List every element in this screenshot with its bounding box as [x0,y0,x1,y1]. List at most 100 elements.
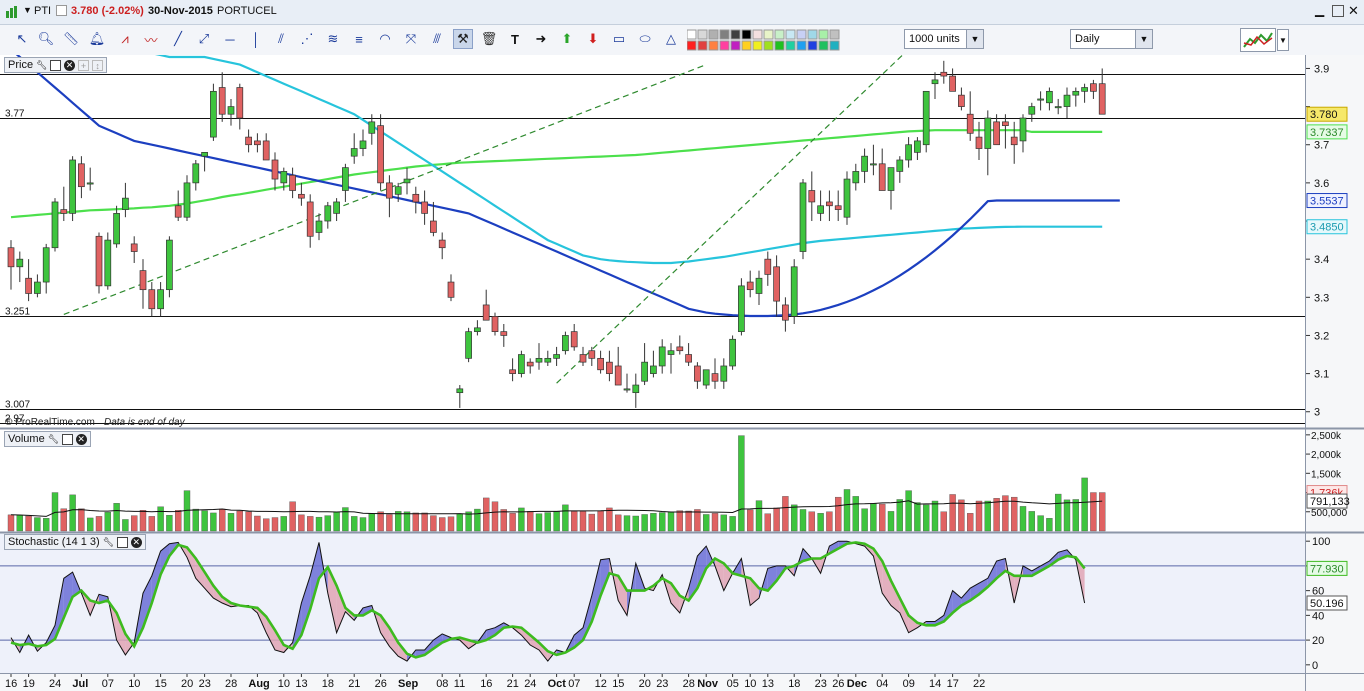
candle-body [614,365,622,386]
ray-tool-icon[interactable]: ⤢ [194,29,214,49]
add-panel-icon[interactable]: + [78,59,90,71]
parallel-icon[interactable]: ⫻ [427,29,447,49]
candle-body [403,178,411,184]
volume-bar [456,513,463,532]
volume-bar [773,507,780,532]
candle-body [210,90,217,138]
close-icon[interactable]: ✕ [64,59,76,71]
tools-icon[interactable]: ⚒ [453,29,473,49]
candle-body [1046,90,1053,104]
rectangle-icon[interactable]: ▭ [609,29,629,49]
candle-body [623,388,631,391]
close-icon[interactable]: ✕ [75,433,87,445]
x-axis-tick-label: 10 [128,678,140,690]
wrench-icon[interactable]: 🔧︎ [48,434,59,445]
window-icon[interactable] [61,433,73,445]
horizontal-line-icon[interactable]: ─ [220,29,240,49]
date-label: 30-Nov-2015 [148,5,213,17]
units-select[interactable]: 1000 units ▼ [904,29,984,49]
chart-area[interactable]: 3.8853.773.2513.0072.97 33.13.23.33.43.6… [0,55,1364,691]
trash-icon[interactable]: 🗑︎ [479,29,499,49]
zigzag-icon[interactable]: ⩘ [115,29,135,49]
volume-bar [641,514,648,532]
volume-bar [1090,492,1097,532]
close-icon[interactable]: ✕ [130,536,142,548]
triangle-icon[interactable]: △ [661,29,681,49]
chart-type-icon[interactable] [1240,28,1276,52]
vertical-line-icon[interactable]: │ [246,29,266,49]
minimize-icon[interactable]: ▁ [1315,3,1329,19]
volume-bar [315,516,323,532]
period-select[interactable]: Daily ▼ [1070,29,1153,49]
candle-body [113,213,120,245]
arrow-up-icon[interactable]: ⬆ [557,29,577,49]
channel-icon[interactable]: ⫽ [271,29,291,49]
close-window-icon[interactable]: ✕ [1348,3,1359,19]
line-tool-icon[interactable]: ╱ [168,29,188,49]
candle-body [456,388,464,394]
volume-bar [307,516,314,532]
fib-retracement-icon[interactable]: ≡ [349,29,369,49]
window-icon[interactable] [116,536,128,548]
units-dropdown-icon[interactable]: ▼ [966,30,983,48]
wrench-icon[interactable]: 🔧︎ [103,537,114,548]
arrow-down-icon[interactable]: ⬇ [583,29,603,49]
volume-bar [1063,499,1071,532]
symbol-dropdown-icon[interactable]: ▼ [23,5,32,15]
pointer-icon[interactable]: ↖ [12,29,32,49]
volume-bar [958,499,965,532]
symbol-label[interactable]: PTI [34,5,51,17]
x-axis-tick-label: 26 [832,678,844,690]
fan-icon[interactable]: ⋰ [297,29,317,49]
color-palette-icon[interactable] [686,29,840,51]
candle-body [306,201,314,237]
volume-bar [562,504,569,532]
alert-bell-icon[interactable]: 🔔︎ [87,29,107,49]
move-panel-icon[interactable]: ↕ [92,59,104,71]
volume-bar [69,494,76,532]
arrow-right-icon[interactable]: ➜ [531,29,551,49]
x-axis-tick-label: 26 [375,678,387,690]
candle-body [755,277,763,294]
volume-bar [298,514,305,532]
wave-icon[interactable]: 〰 [141,29,161,49]
arc-icon[interactable]: ◠ [375,29,395,49]
candle-body [887,167,895,191]
candle-body [227,106,235,115]
volume-bar [157,506,164,532]
maximize-icon[interactable] [1332,5,1344,17]
candle-body [1063,94,1071,107]
volume-bar [148,516,156,532]
volume-bar [104,511,112,532]
chart-type-dropdown-icon[interactable]: ▼ [1277,29,1289,51]
candle-body [368,121,376,134]
candle-body [509,369,516,374]
volume-bar [676,510,683,532]
volume-panel-label[interactable]: Volume 🔧︎ ✕ [4,431,91,447]
ellipse-icon[interactable]: ⬭ [635,29,655,49]
candle-body [738,285,745,332]
volume-bar [43,518,50,532]
window-icon[interactable] [50,59,62,71]
stochastic-panel-label[interactable]: Stochastic (14 1 3) 🔧︎ ✕ [4,534,146,550]
candle-body [201,152,208,157]
data-note-text: Data is end of day [104,417,186,428]
ruler-icon[interactable]: 📏︎ [61,29,81,49]
volume-bar [403,511,411,532]
volume-bar [720,514,727,532]
zoom-icon[interactable]: 🔍︎ [36,29,56,49]
wrench-icon[interactable]: 🔧︎ [36,60,47,71]
candle-body [465,331,472,359]
candle-body [78,163,85,188]
candle-body [174,205,182,218]
text-tool-icon[interactable]: T [505,29,525,49]
regression-icon[interactable]: ⤧ [401,29,421,49]
period-dropdown-icon[interactable]: ▼ [1135,30,1152,48]
price-panel-label[interactable]: Price 🔧︎ ✕ + ↕ [4,57,108,73]
x-axis-tick-label: 08 [436,678,448,690]
volume-bar [887,511,895,532]
x-axis-tick-label: 16 [5,678,17,690]
horizontal-level-label: 3.007 [5,400,30,411]
fibonacci-icon[interactable]: ≋ [323,29,343,49]
volume-bar [694,509,701,532]
